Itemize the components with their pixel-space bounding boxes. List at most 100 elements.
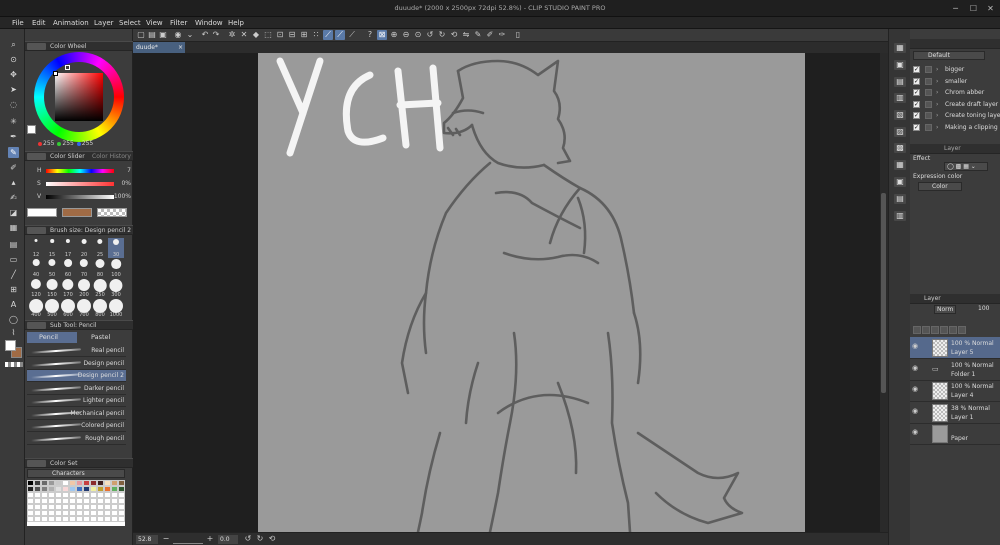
value-bar[interactable] <box>46 195 114 199</box>
minimize-button[interactable]: ─ <box>950 3 961 14</box>
chevron-down-icon[interactable]: ⌄ <box>185 30 195 40</box>
eraser-tool-icon[interactable]: ◪ <box>8 207 19 218</box>
menu-window[interactable]: Window <box>195 18 223 28</box>
material-2-icon[interactable]: ▨ <box>894 127 906 137</box>
maximize-button[interactable]: ☐ <box>968 3 979 14</box>
mask-icon[interactable] <box>958 326 966 334</box>
chevron-right-icon[interactable]: › <box>936 76 938 87</box>
canvas-vertical-scrollbar[interactable] <box>880 53 888 532</box>
sub-tool-item[interactable]: Rough pencil <box>27 433 126 445</box>
brush-size-cell[interactable]: 600 <box>60 298 76 318</box>
expression-color-dropdown[interactable]: Color <box>918 182 962 191</box>
brush-size-cell[interactable]: 25 <box>92 238 108 258</box>
panel-menu-icon[interactable] <box>27 153 46 160</box>
sub-view-icon[interactable]: ▣ <box>894 60 906 70</box>
color-swatch[interactable] <box>90 516 97 522</box>
material-7-icon[interactable]: ▥ <box>894 211 906 221</box>
transparent-color-toggle[interactable] <box>5 362 23 367</box>
value-slider[interactable]: V 100% <box>37 193 131 201</box>
auto-action-item[interactable]: ✓ › Create toning laye <box>912 110 1000 121</box>
layer-row[interactable]: ◉ ▭ 100 % Normal Folder 1 <box>910 359 1000 381</box>
sub-tool-item[interactable]: Design pencil 2 <box>27 370 126 382</box>
airbrush-tool-icon[interactable]: ▴ <box>8 177 19 188</box>
brush-size-cell[interactable]: 50 <box>44 258 60 278</box>
rotation-angle-field[interactable]: 0.0 <box>218 535 238 544</box>
panel-menu-icon[interactable] <box>27 322 46 329</box>
transparent-color-chip[interactable] <box>97 208 127 217</box>
blend-mode-dropdown[interactable]: Norm <box>934 305 956 314</box>
saturation-value-cursor[interactable] <box>53 71 58 76</box>
brush-size-cell[interactable]: 30 <box>108 238 124 258</box>
blend-tool-icon[interactable]: ✍ <box>8 192 19 203</box>
brush-size-cell[interactable]: 12 <box>28 238 44 258</box>
color-swatch[interactable] <box>104 516 111 522</box>
color-swatch[interactable] <box>118 516 125 522</box>
drawing-canvas[interactable] <box>258 53 805 532</box>
deselect-icon[interactable]: ⊡ <box>275 30 285 40</box>
eye-icon[interactable]: ◉ <box>912 407 918 414</box>
eyedropper-icon[interactable]: ✎ <box>473 30 483 40</box>
menu-help[interactable]: Help <box>228 18 244 28</box>
brush-size-cell[interactable]: 20 <box>76 238 92 258</box>
zoom-in-small-icon[interactable]: + <box>205 534 215 544</box>
zoom-tool-icon[interactable]: ⌕ <box>8 39 19 50</box>
panel-menu-icon[interactable] <box>27 43 46 50</box>
eye-icon[interactable]: ◉ <box>912 429 918 436</box>
main-color-chip[interactable] <box>27 208 57 217</box>
effect-buttons[interactable]: ◯ ▩ ▦ ⌄ <box>944 162 988 171</box>
palette-color-icon[interactable] <box>949 326 957 334</box>
brush-size-cell[interactable]: 120 <box>28 278 44 298</box>
check-icon[interactable]: ✓ <box>913 77 920 85</box>
chevron-right-icon[interactable]: › <box>936 99 938 110</box>
check-icon[interactable]: ✓ <box>913 66 920 73</box>
zoom-slider[interactable] <box>173 534 203 544</box>
chevron-right-icon[interactable]: › <box>936 110 938 121</box>
undo-icon[interactable]: ↶ <box>200 30 210 40</box>
menu-filter[interactable]: Filter <box>170 18 187 28</box>
magic-wand-tool-icon[interactable]: ✳ <box>8 116 19 127</box>
pen-icon[interactable]: ✐ <box>485 30 495 40</box>
draft-icon[interactable] <box>940 326 948 334</box>
lasso-tool-icon[interactable]: ◌ <box>8 99 19 110</box>
saturation-bar[interactable] <box>46 182 114 186</box>
selection-icon[interactable]: ⊞ <box>299 30 309 40</box>
auto-action-item[interactable]: ✓ › smaller <box>912 76 998 87</box>
sub-tool-item[interactable]: Design pencil <box>27 358 126 370</box>
brush-size-cell[interactable]: 500 <box>44 298 60 318</box>
tablet-icon[interactable]: ▯ <box>513 30 523 40</box>
transform-icon[interactable]: ⬚ <box>263 30 273 40</box>
saturation-slider[interactable]: S 0% <box>37 180 131 188</box>
saturation-value-square[interactable] <box>55 73 103 121</box>
open-icon[interactable]: ▤ <box>147 30 157 40</box>
gradient-tool-icon[interactable]: ▤ <box>8 239 19 250</box>
layer-row[interactable]: ◉ 38 % Normal Layer 1 <box>910 402 1000 424</box>
new-file-icon[interactable]: ▢ <box>136 30 146 40</box>
redo-icon[interactable]: ↷ <box>211 30 221 40</box>
marker-icon[interactable]: ✑ <box>497 30 507 40</box>
check-icon[interactable]: ✓ <box>913 112 920 119</box>
color-swatch[interactable] <box>62 516 69 522</box>
snap-ruler-icon[interactable]: ⟋ <box>323 30 333 40</box>
chevron-right-icon[interactable]: › <box>936 87 938 98</box>
main-color-swatch[interactable] <box>5 340 16 351</box>
brush-size-cell[interactable]: 1000 <box>108 298 124 318</box>
brush-size-cell[interactable]: 70 <box>76 258 92 278</box>
color-swatch[interactable] <box>97 516 104 522</box>
reset-view-icon[interactable]: ⟲ <box>267 534 277 544</box>
menu-edit[interactable]: Edit <box>32 18 46 28</box>
zoom-out-icon[interactable]: ⊖ <box>401 30 411 40</box>
sub-color-chip[interactable] <box>62 208 92 217</box>
panel-menu-icon[interactable] <box>27 460 46 467</box>
menu-layer[interactable]: Layer <box>94 18 114 28</box>
help-icon[interactable]: ? <box>365 30 375 40</box>
tab-pastel[interactable]: Pastel <box>79 332 127 343</box>
pixel-view-icon[interactable]: ⊠ <box>377 30 387 40</box>
item-bank-icon[interactable]: ▥ <box>894 93 906 103</box>
auto-action-item[interactable]: ✓ › bigger <box>912 64 998 75</box>
tab-pencil[interactable]: Pencil <box>27 332 77 343</box>
invert-selection-icon[interactable]: ⊟ <box>287 30 297 40</box>
brush-tool-icon[interactable]: ✐ <box>8 162 19 173</box>
snap-special-ruler-icon[interactable]: ⟋ <box>335 30 345 40</box>
brush-size-cell[interactable]: 40 <box>28 258 44 278</box>
sub-tool-item[interactable]: Lighter pencil <box>27 395 126 407</box>
